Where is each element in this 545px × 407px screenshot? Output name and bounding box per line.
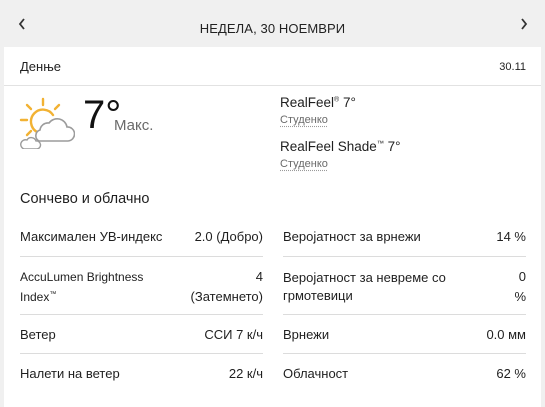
detail-value-line2: % <box>514 289 526 304</box>
detail-wind-gusts: Налети на ветер 22 к/ч <box>20 354 263 392</box>
card-header: Денње 30.11 <box>4 47 541 86</box>
detail-value-line1: 0 <box>518 269 526 284</box>
detail-label: Веројатност за врнежи <box>283 229 421 244</box>
detail-label-mark: ™ <box>49 291 57 298</box>
date-label: 30.11 <box>499 61 526 73</box>
detail-label: Ветер <box>20 327 56 342</box>
partly-sunny-icon <box>19 97 75 149</box>
day-navigation-bar: НЕДЕЛА, 30 НОЕМВРИ <box>0 0 545 46</box>
realfeel-label: RealFeel <box>280 95 335 110</box>
detail-precipitation: Врнежи 0.0 мм <box>283 315 526 354</box>
weather-phrase: Сончево и облачно <box>20 191 150 207</box>
detail-value: 22 к/ч <box>228 366 263 381</box>
realfeel-shade-label: RealFeel Shade <box>280 139 377 154</box>
detail-cloud-cover: Облачност 62 % <box>283 354 526 392</box>
forecast-card: Денње 30.11 7° Макс. RealFeel® 7° Студен… <box>4 47 541 407</box>
temperature-suffix: Макс. <box>114 117 154 134</box>
realfeel: RealFeel® 7° Студенко <box>280 95 356 128</box>
detail-thunderstorm-probability: Веројатност за невреме со грмотевици 0% <box>283 257 526 315</box>
detail-label: AccuLumen Brightness Index <box>20 270 144 304</box>
detail-value-line2: (Затемнето) <box>190 289 263 304</box>
detail-value: 62 % <box>496 366 526 381</box>
detail-label: Налети на ветер <box>20 366 120 381</box>
detail-uv-index: Максимален УВ-индекс 2.0 (Добро) <box>20 218 263 257</box>
chevron-right-icon <box>521 18 528 30</box>
detail-label: Веројатност за невреме со грмотевици <box>283 270 446 303</box>
realfeel-value: 7° <box>339 95 356 110</box>
realfeel-shade: RealFeel Shade™ 7° Студенко <box>280 139 401 172</box>
realfeel-description[interactable]: Студенко <box>280 114 328 126</box>
realfeel-shade-description[interactable]: Студенко <box>280 158 328 170</box>
detail-wind: Ветер ССИ 7 к/ч <box>20 315 263 354</box>
detail-value: 2.0 (Добро) <box>194 229 263 244</box>
detail-precip-probability: Веројатност за врнежи 14 % <box>283 218 526 257</box>
detail-label: Врнежи <box>283 327 330 342</box>
detail-value-line1: 4 <box>255 269 263 284</box>
realfeel-shade-value: 7° <box>383 139 401 154</box>
day-label: Денње <box>20 59 62 74</box>
detail-label: Облачност <box>283 366 349 381</box>
detail-value: 14 % <box>496 229 526 244</box>
detail-label: Максимален УВ-индекс <box>20 229 163 244</box>
detail-value: ССИ 7 к/ч <box>204 327 263 342</box>
realfeel-shade-mark: ™ <box>376 140 384 148</box>
detail-brightness-index: AccuLumen Brightness Index™ 4 (Затемнето) <box>20 257 263 315</box>
page-title: НЕДЕЛА, 30 НОЕМВРИ <box>199 21 346 36</box>
next-day-button[interactable] <box>513 13 535 35</box>
detail-value: 0.0 мм <box>486 327 526 342</box>
